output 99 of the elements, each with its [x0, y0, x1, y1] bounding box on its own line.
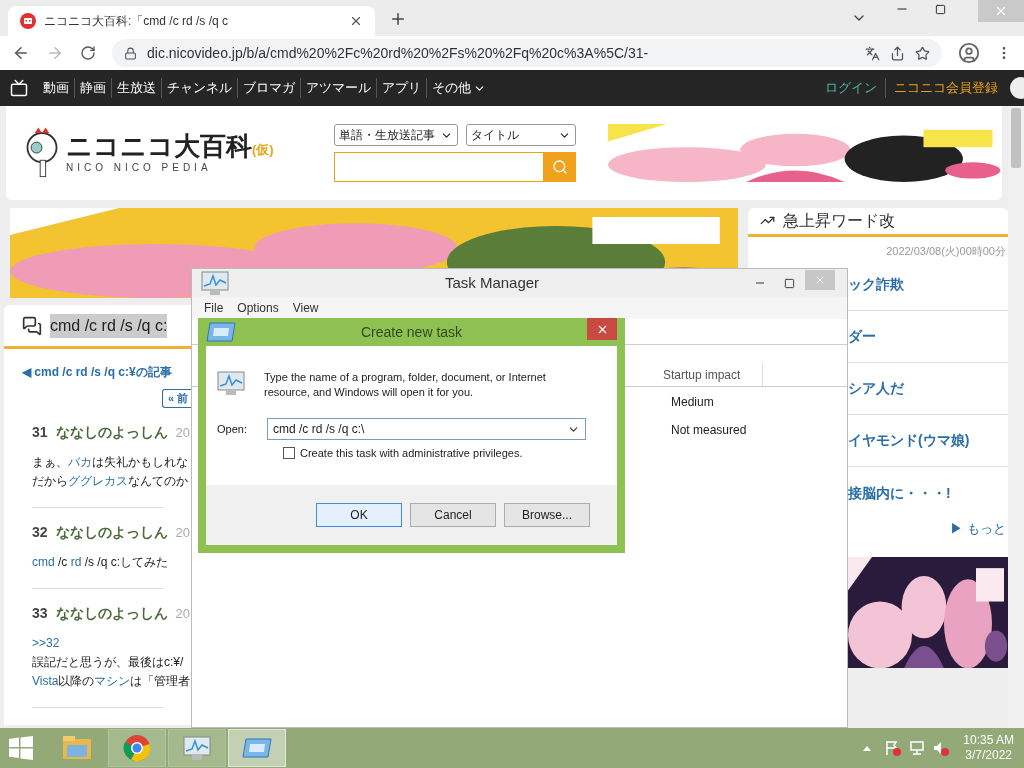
network-icon[interactable] [909, 740, 926, 756]
nav-link[interactable]: 動画 [38, 78, 74, 98]
bookmark-icon[interactable] [915, 45, 930, 61]
trending-link[interactable]: イヤモンド(ウマ娘) [848, 430, 970, 452]
logo-text: ニコニコ大百科 [66, 131, 252, 160]
search-target-select[interactable]: タイトル [465, 124, 576, 146]
address-text: dic.nicovideo.jp/b/a/cmd%20%2Fc%20rd%20%2Fs%20%2Fq%20c%3A%5C/31- [147, 43, 650, 63]
logo-suffix: (仮) [252, 142, 274, 157]
chat-bubbles-icon [22, 315, 42, 336]
dialog-button[interactable]: Cancel [410, 503, 496, 527]
table-cell-text: Not measured [671, 422, 748, 439]
restore-icon[interactable] [935, 4, 946, 15]
comment-date: 20 [175, 523, 191, 542]
menu-item[interactable]: File [204, 299, 224, 317]
menu-item[interactable]: View [292, 299, 319, 317]
profile-icon[interactable] [958, 42, 980, 64]
comment-text: まぁ、バカ は失礼かもしれな [32, 453, 188, 471]
more-link[interactable]: ▶ もっと [950, 519, 1008, 539]
speaker-muted-icon[interactable] [933, 740, 950, 756]
dialog-title: Create new task [359, 322, 464, 342]
comment-number: 32 [32, 522, 48, 542]
comment-number: 33 [32, 603, 48, 623]
comment-author: ななしのよっしん [55, 422, 168, 442]
tv-icon[interactable] [10, 79, 28, 97]
dialog-message: Type the name of a program, folder, document, or Internet resource, and Windows will open it for you. [264, 370, 547, 400]
search-type-select[interactable]: 単語・生放送記事 [333, 124, 458, 146]
trending-link[interactable]: ダー [848, 326, 876, 348]
monitor-chart-icon [216, 370, 246, 396]
open-label: Open: [217, 421, 247, 437]
comment-number: 31 [32, 422, 48, 442]
close-icon[interactable] [349, 14, 363, 28]
window-icon [206, 321, 236, 343]
comment-author: ななしのよっしん [55, 522, 168, 542]
translate-icon[interactable] [865, 45, 880, 61]
monitor-chart-icon [182, 735, 212, 761]
trending-date: 2022/03/08(火)00時00分 [886, 243, 1007, 259]
taskbar-app[interactable] [168, 729, 226, 767]
register-link[interactable]: ニコニコ会員登録 [885, 78, 1006, 98]
new-tab-icon[interactable] [389, 10, 407, 28]
comment-author: ななしのよっしん [55, 603, 168, 623]
dialog-button[interactable]: Browse... [504, 503, 590, 527]
tray-expand-icon[interactable] [863, 745, 872, 751]
address-bar[interactable]: dic.nicovideo.jp/b/a/cmd%20%2Fc%20rd%20%2Fs%20%2Fq%20c%3A%5C/31- [112, 39, 942, 67]
windows-logo-icon[interactable] [8, 735, 34, 761]
chrome-icon [123, 734, 151, 762]
nav-link[interactable]: チャンネル [161, 78, 237, 98]
comment-date: 20 [175, 423, 191, 442]
browser-tab[interactable]: ニコニコ大百科:「cmd /c rd /s /q c [8, 6, 375, 36]
comment-link[interactable]: cmd [32, 554, 55, 569]
open-combobox[interactable]: cmd /c rd /s /q c:\ [266, 418, 586, 440]
window-icon [242, 737, 272, 759]
dialog-button[interactable]: OK [316, 503, 402, 527]
menu-item[interactable]: Options [237, 299, 279, 317]
comment-link[interactable]: >>32 [32, 635, 60, 650]
admin-label: Create this task with administrative privileges. [300, 446, 523, 461]
login-link[interactable]: ログイン [817, 78, 885, 98]
trending-title: 急上昇ワード改 [783, 210, 895, 231]
nav-link[interactable]: 静画 [74, 78, 111, 98]
nav-link[interactable]: その他 [426, 78, 491, 98]
comment-text: だから ググレカスなんてのか [32, 472, 188, 490]
trending-link[interactable]: ック詐欺 [848, 274, 904, 296]
comment-link[interactable]: rd [70, 554, 82, 569]
table-cell-text: Medium [671, 394, 715, 411]
window-title: Task Manager [443, 272, 541, 293]
nav-link[interactable]: アプリ [376, 78, 426, 98]
comment-text: cmd /c rd /s /q c:してみた [32, 553, 169, 571]
logo-subtitle: NICO NICO PEDIA [66, 160, 213, 175]
comment-text: Vista以降のマシンは「管理者 [32, 672, 191, 690]
monitor-chart-icon [200, 270, 230, 296]
reload-icon[interactable] [80, 45, 96, 61]
comment-date: 20 [175, 604, 191, 623]
close-icon [994, 4, 1008, 18]
close-button[interactable] [587, 318, 617, 340]
comment-link[interactable]: Vista [32, 673, 59, 688]
lock-icon [124, 46, 137, 60]
comment-link[interactable]: ググレカス [68, 473, 128, 488]
comment-link[interactable]: マシン [94, 673, 131, 688]
admin-checkbox[interactable] [283, 447, 295, 460]
nav-link[interactable]: 生放送 [111, 78, 161, 98]
maximize-icon[interactable] [784, 277, 795, 289]
nav-link[interactable]: ブロマガ [237, 78, 300, 98]
search-field[interactable] [333, 152, 544, 182]
nav-link[interactable]: アツマール [300, 78, 376, 98]
trending-link[interactable]: シア人だ [848, 378, 904, 400]
share-icon[interactable] [890, 45, 905, 61]
trending-link[interactable]: 接脳内に・・・! [848, 482, 951, 504]
search-icon [551, 159, 568, 175]
folder-icon [62, 735, 92, 761]
back-icon[interactable] [12, 44, 30, 62]
comment-link[interactable]: バカ [68, 454, 92, 469]
column-header[interactable]: Startup impact [663, 363, 763, 386]
flag-icon[interactable] [885, 740, 902, 756]
tab-title: ニコニコ大百科:「cmd /c rd /s /q c [44, 13, 230, 30]
article-back-link[interactable]: ◀ cmd /c rd /s /q c:¥の記事 [4, 363, 172, 381]
close-icon [814, 274, 826, 286]
comment-text: 誤記だと思うが、最後はc:¥/ [32, 653, 184, 671]
article-title: cmd /c rd /s /q c: [50, 313, 168, 338]
taskbar-app[interactable] [108, 729, 166, 767]
robot-icon [20, 13, 36, 29]
